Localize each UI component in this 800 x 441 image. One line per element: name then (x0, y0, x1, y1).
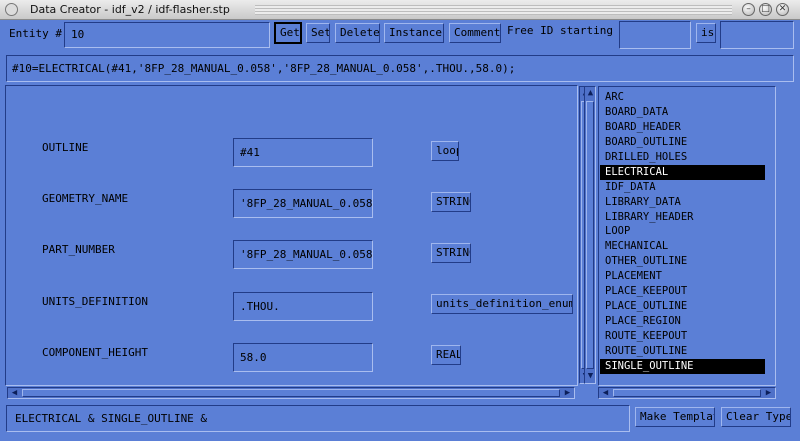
entity-input[interactable]: 10 (64, 22, 270, 48)
type-list[interactable]: ARC BOARD_DATA BOARD_HEADER BOARD_OUTLINE DR… (600, 90, 772, 380)
window-menu-icon[interactable] (5, 3, 18, 16)
type-list-item[interactable]: LOOP (600, 224, 772, 239)
attribute-value-input[interactable]: .THOU. (233, 292, 373, 321)
scrollbar-thumb[interactable] (613, 389, 761, 397)
type-list-item[interactable]: PLACE_OUTLINE (600, 299, 772, 314)
entity-definition-field: #10=ELECTRICAL(#41,'8FP_28_MANUAL_0.058'… (6, 55, 794, 82)
get-button[interactable]: Get (274, 22, 302, 44)
type-list-item[interactable]: BOARD_DATA (600, 105, 772, 120)
type-list-item[interactable]: LIBRARY_DATA (600, 195, 772, 210)
type-list-item[interactable]: BOARD_HEADER (600, 120, 772, 135)
type-list-vertical-scrollbar[interactable]: ▲ ▼ (584, 86, 596, 384)
attribute-value-input[interactable]: '8FP_28_MANUAL_0.058' (233, 240, 373, 269)
type-list-item[interactable]: IDF_DATA (600, 180, 772, 195)
delete-button[interactable]: Delete (335, 23, 380, 43)
type-list-item[interactable]: SINGLE_OUTLINE (600, 358, 765, 374)
type-list-item[interactable]: ROUTE_OUTLINE (600, 344, 772, 359)
scroll-left-icon[interactable]: ◀ (9, 388, 20, 399)
minimize-icon[interactable]: – (742, 3, 755, 16)
clear-types-button[interactable]: Clear Types (721, 407, 791, 427)
type-list-item[interactable]: BOARD_OUTLINE (600, 135, 772, 150)
entity-label: Entity #: (9, 27, 69, 40)
type-list-item[interactable]: MECHANICAL (600, 239, 772, 254)
scroll-right-icon[interactable]: ▶ (763, 388, 774, 399)
attribute-type-button[interactable]: loop (431, 141, 459, 161)
maximize-icon[interactable]: □ (759, 3, 772, 16)
instances-button[interactable]: Instances (384, 23, 444, 43)
attribute-name: UNITS_DEFINITION (42, 295, 148, 308)
attribute-type-button[interactable]: STRING (431, 192, 471, 212)
scrollbar-thumb[interactable] (586, 101, 594, 369)
attribute-horizontal-scrollbar[interactable]: ◀ ▶ (7, 387, 575, 399)
type-list-item[interactable]: PLACE_KEEPOUT (600, 284, 772, 299)
scroll-up-icon[interactable]: ▲ (585, 88, 596, 99)
set-button[interactable]: Set (306, 23, 330, 43)
attribute-name: OUTLINE (42, 141, 89, 154)
scroll-down-icon[interactable]: ▼ (585, 371, 596, 382)
attribute-value-input[interactable]: #41 (233, 138, 373, 167)
type-list-item[interactable]: OTHER_OUTLINE (600, 254, 772, 269)
type-list-item[interactable]: ELECTRICAL (600, 164, 765, 180)
free-id-input[interactable] (619, 21, 691, 49)
attribute-value-input[interactable]: '8FP_28_MANUAL_0.058' (233, 189, 373, 218)
attribute-type-button[interactable]: units_definition_enumerat (431, 294, 573, 314)
type-list-item[interactable]: ROUTE_KEEPOUT (600, 329, 772, 344)
title-bar[interactable]: Data Creator - idf_v2 / idf-flasher.stp … (0, 0, 800, 20)
attribute-name: COMPONENT_HEIGHT (42, 346, 148, 359)
comments-button[interactable]: Comments (449, 23, 501, 43)
attribute-panel (5, 85, 578, 386)
attribute-type-button[interactable]: REAL (431, 345, 461, 365)
scroll-left-icon[interactable]: ◀ (600, 388, 611, 399)
attribute-name: GEOMETRY_NAME (42, 192, 129, 205)
is-button[interactable]: is (696, 23, 716, 43)
type-list-item[interactable]: DRILLED_HOLES (600, 150, 772, 165)
scrollbar-thumb[interactable] (22, 389, 560, 397)
type-list-horizontal-scrollbar[interactable]: ◀ ▶ (598, 387, 776, 399)
window-title: Data Creator - idf_v2 / idf-flasher.stp (30, 3, 230, 16)
attribute-value-input[interactable]: 58.0 (233, 343, 373, 372)
type-list-item[interactable]: PLACE_REGION (600, 314, 772, 329)
selected-types-field: ELECTRICAL & SINGLE_OUTLINE & (6, 405, 630, 432)
type-list-item[interactable]: LIBRARY_HEADER (600, 210, 772, 225)
type-list-item[interactable]: PLACEMENT (600, 269, 772, 284)
close-icon[interactable]: ✕ (776, 3, 789, 16)
title-bar-grip (255, 5, 732, 15)
is-value-field (720, 21, 794, 49)
attribute-type-button[interactable]: STRING (431, 243, 471, 263)
make-template-button[interactable]: Make Template (635, 407, 715, 427)
free-id-label: Free ID starting #: (507, 24, 633, 37)
type-list-item[interactable]: ARC (600, 90, 772, 105)
attribute-name: PART_NUMBER (42, 243, 115, 256)
scroll-right-icon[interactable]: ▶ (562, 388, 573, 399)
